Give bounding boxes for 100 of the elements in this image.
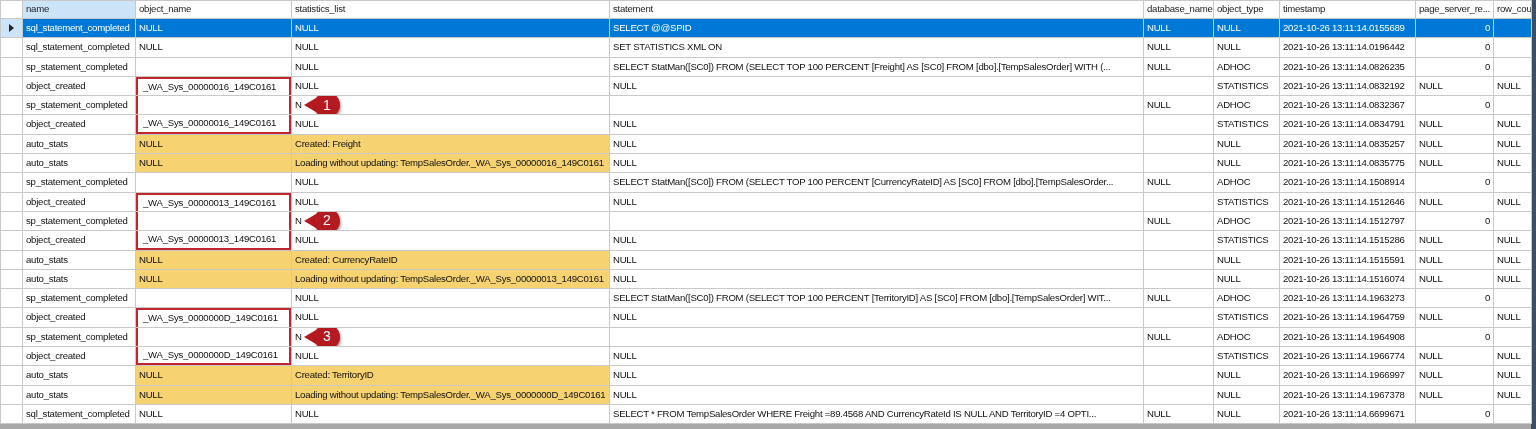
- table-cell: ADHOC: [1213, 57, 1280, 77]
- table-cell: 2021-10-26 13:11:14.1964759: [1279, 307, 1416, 328]
- table-cell: NULL: [609, 250, 1144, 270]
- table-cell: NULL: [291, 57, 610, 77]
- table-cell: object_created: [22, 76, 136, 96]
- table-cell: NULL: [1415, 134, 1494, 154]
- table-cell: NULL: [1213, 365, 1280, 386]
- table-cell: 2021-10-26 13:11:14.1515591: [1279, 250, 1416, 270]
- table-cell: NULL: [291, 76, 610, 96]
- table-cell: ADHOC: [1213, 95, 1280, 115]
- table-cell: NULL: [609, 192, 1144, 212]
- table-cell: [1493, 57, 1532, 77]
- table-cell: NULL: [1415, 192, 1494, 212]
- table-cell: auto_stats: [22, 153, 136, 173]
- table-cell: NULL: [609, 76, 1144, 96]
- table-cell: 0: [1415, 288, 1494, 308]
- table-cell: NULL: [1493, 192, 1532, 212]
- table-cell: NULL: [1143, 404, 1214, 424]
- table-cell: sql_statement_completed: [22, 404, 136, 424]
- column-header[interactable]: page_server_re...: [1415, 0, 1494, 19]
- table-cell: 0: [1415, 37, 1494, 58]
- table-cell: sp_statement_completed: [22, 57, 136, 77]
- table-cell: NULL: [1213, 37, 1280, 58]
- table-cell: [1493, 327, 1532, 347]
- table-cell: 2021-10-26 13:11:14.1966774: [1279, 346, 1416, 366]
- cell-text: N: [295, 214, 302, 226]
- table-cell: STATISTICS: [1213, 230, 1280, 251]
- table-cell: NULL: [609, 230, 1144, 251]
- column-header[interactable]: timestamp: [1279, 0, 1416, 19]
- table-cell: NULL: [609, 134, 1144, 154]
- table-cell: 2021-10-26 13:11:14.1966997: [1279, 365, 1416, 386]
- table-cell: [1493, 95, 1532, 115]
- table-cell: [1143, 365, 1214, 386]
- table-cell: NULL: [1213, 269, 1280, 289]
- table-cell: NULL: [1415, 153, 1494, 173]
- table-cell: SET STATISTICS XML ON: [609, 37, 1144, 58]
- table-cell: NULL: [1415, 346, 1494, 366]
- table-cell: sp_statement_completed: [22, 211, 136, 231]
- table-cell: sp_statement_completed: [22, 288, 136, 308]
- table-cell: object_created: [22, 346, 136, 366]
- table-cell: NULL: [1415, 115, 1494, 135]
- table-cell: 2021-10-26 13:11:14.1512646: [1279, 192, 1416, 212]
- table-cell: object_created: [22, 230, 136, 251]
- table-cell: ADHOC: [1213, 211, 1280, 231]
- table-cell: [1493, 404, 1532, 424]
- column-header[interactable]: row_cou: [1493, 0, 1532, 19]
- table-cell: STATISTICS: [1213, 346, 1280, 366]
- table-cell: NULL: [1493, 153, 1532, 173]
- table-cell: [1143, 76, 1214, 96]
- column-header[interactable]: statement: [609, 0, 1144, 19]
- table-cell: NULL: [1143, 57, 1214, 77]
- table-cell: SELECT StatMan([SC0]) FROM (SELECT TOP 100 PERCENT [Freight] AS [SC0] FROM [dbo].[TempSalesOrder] WITH (...: [609, 57, 1144, 77]
- table-cell: 2021-10-26 13:11:14.0835775: [1279, 153, 1416, 173]
- table-cell: [1493, 37, 1532, 58]
- table-cell: NULL: [1493, 365, 1532, 386]
- table-cell: 2021-10-26 13:11:14.1516074: [1279, 269, 1416, 289]
- row-header[interactable]: [0, 18, 23, 38]
- table-cell: NULL: [1415, 230, 1494, 251]
- table-cell: ADHOC: [1213, 172, 1280, 193]
- column-header[interactable]: object_name: [135, 0, 292, 19]
- table-cell: _WA_Sys_00000013_149C0161: [135, 230, 292, 251]
- table-cell: NULL: [1143, 288, 1214, 308]
- table-cell: auto_stats: [22, 365, 136, 386]
- table-cell: NULL: [1143, 37, 1214, 58]
- column-header[interactable]: statistics_list: [291, 0, 610, 19]
- table-cell: 2021-10-26 13:11:14.1508914: [1279, 172, 1416, 193]
- table-cell: NULL: [291, 192, 610, 212]
- table-cell: object_created: [22, 192, 136, 212]
- column-header[interactable]: database_name: [1143, 0, 1214, 19]
- table-cell: auto_stats: [22, 134, 136, 154]
- table-cell: [1143, 134, 1214, 154]
- table-cell: NULL: [1415, 76, 1494, 96]
- table-cell: 0: [1415, 211, 1494, 231]
- table-cell: NULL: [609, 115, 1144, 135]
- table-cell: NULL: [1415, 307, 1494, 328]
- table-cell: NULL: [1213, 404, 1280, 424]
- table-cell: NULL: [1143, 172, 1214, 193]
- table-cell: 0: [1415, 95, 1494, 115]
- table-cell: [1143, 385, 1214, 405]
- column-header[interactable]: name: [22, 0, 136, 19]
- cell-text: N: [295, 99, 302, 111]
- table-cell: sp_statement_completed: [22, 95, 136, 115]
- table-cell: object_created: [22, 307, 136, 328]
- cell-text: N: [295, 330, 302, 342]
- table-cell: _WA_Sys_00000016_149C0161: [135, 76, 292, 96]
- table-cell: NULL: [291, 230, 610, 251]
- table-cell: NULL: [1493, 134, 1532, 154]
- table-cell: 0: [1415, 57, 1494, 77]
- table-cell: NULL: [291, 404, 610, 424]
- table-cell: NULL: [609, 346, 1144, 366]
- table-cell: NULL: [1213, 153, 1280, 173]
- table-cell: 2021-10-26 13:11:14.0832367: [1279, 95, 1416, 115]
- table-cell: NULL: [1493, 76, 1532, 96]
- column-header[interactable]: object_type: [1213, 0, 1280, 19]
- table-cell: NULL: [1493, 115, 1532, 135]
- table-cell: NULL: [1493, 307, 1532, 328]
- table-cell: 2021-10-26 13:11:14.0835257: [1279, 134, 1416, 154]
- table-cell: NULL: [291, 37, 610, 58]
- table-cell: sp_statement_completed: [22, 327, 136, 347]
- table-cell: object_created: [22, 115, 136, 135]
